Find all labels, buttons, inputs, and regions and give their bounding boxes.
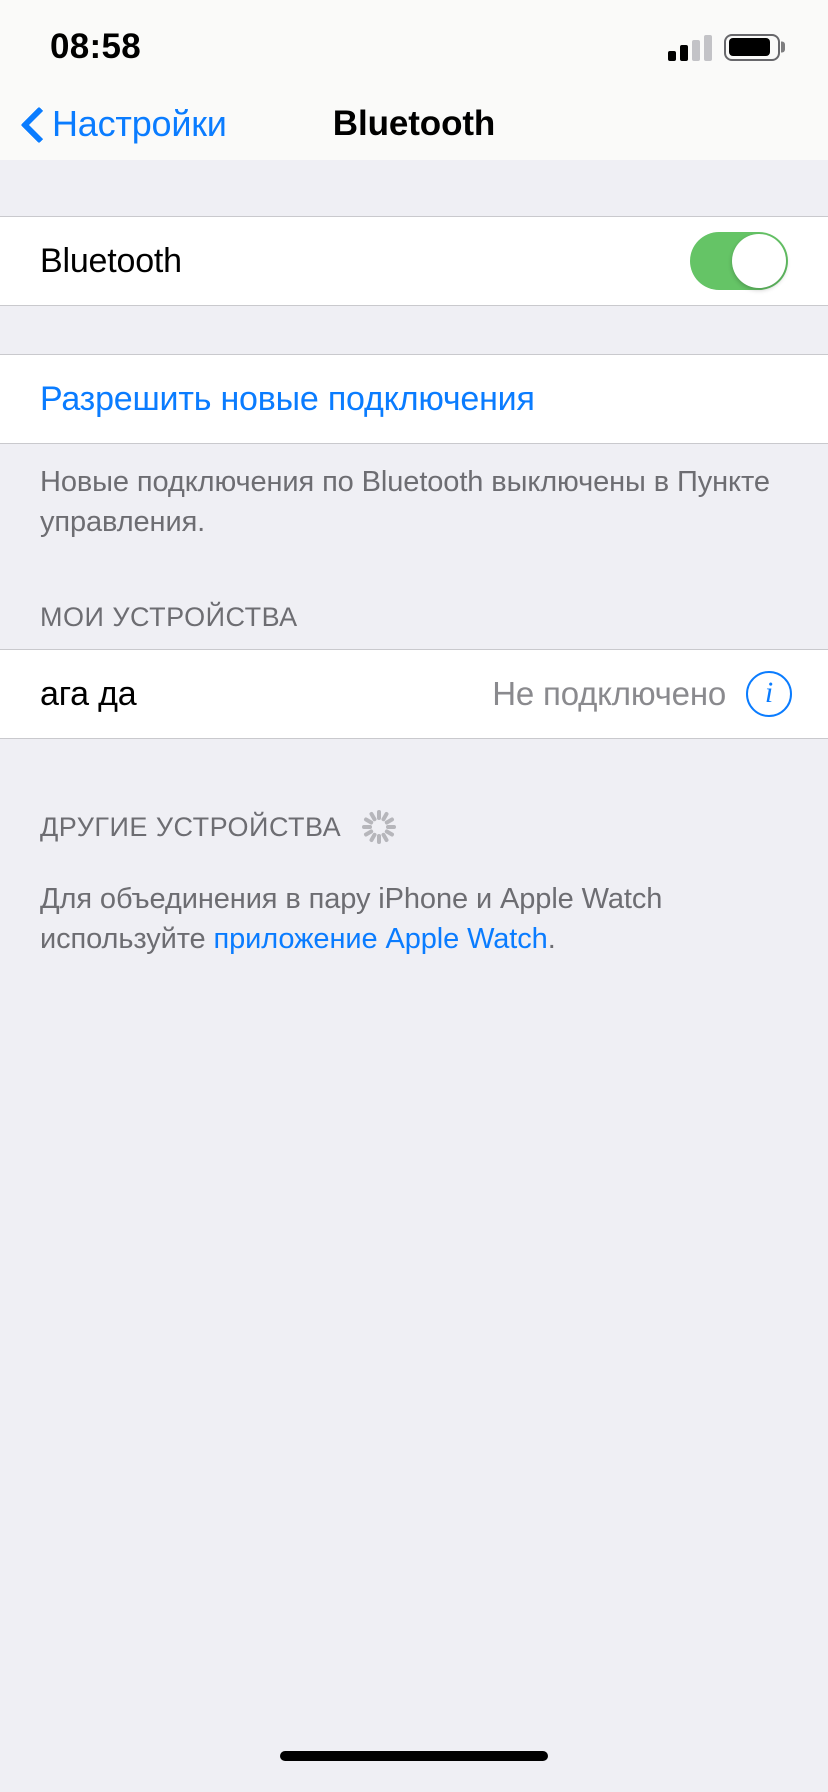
home-indicator[interactable] xyxy=(280,1751,548,1761)
navigation-bar: Настройки Bluetooth xyxy=(0,88,828,160)
allow-connections-group: Разрешить новые подключения xyxy=(0,354,828,444)
activity-spinner-icon xyxy=(361,809,397,845)
spacer-top xyxy=(0,160,828,216)
settings-content: Bluetooth Разрешить новые подключения Но… xyxy=(0,160,828,1720)
bluetooth-toggle-row[interactable]: Bluetooth xyxy=(0,217,828,305)
my-devices-group: ага да Не подключено i xyxy=(0,649,828,739)
allow-new-connections-row[interactable]: Разрешить новые подключения xyxy=(0,355,828,443)
other-devices-header-label: ДРУГИЕ УСТРОЙСТВА xyxy=(40,811,342,842)
bluetooth-toggle-switch[interactable] xyxy=(690,232,788,290)
device-name: ага да xyxy=(40,674,137,713)
apple-watch-footnote: Для объединения в пару iPhone и Apple Wa… xyxy=(0,861,828,959)
back-button[interactable]: Настройки xyxy=(0,88,227,160)
apple-watch-app-link[interactable]: приложение Apple Watch xyxy=(214,923,548,955)
device-row-right: Не подключено i xyxy=(492,671,792,717)
chevron-left-icon xyxy=(22,106,44,142)
home-indicator-area xyxy=(0,1720,828,1792)
apple-watch-footnote-text-after: . xyxy=(547,923,556,955)
toggle-knob xyxy=(732,234,786,288)
allow-connections-footnote: Новые подключения по Bluetooth выключены… xyxy=(40,466,770,538)
info-circle-icon[interactable]: i xyxy=(746,671,792,717)
spacer-after-toggle xyxy=(0,306,828,354)
status-bar-time: 08:58 xyxy=(50,27,142,66)
status-bar-indicators xyxy=(668,28,785,61)
back-button-label: Настройки xyxy=(52,103,227,144)
other-devices-header: ДРУГИЕ УСТРОЙСТВА xyxy=(0,739,828,861)
my-devices-header-label: МОИ УСТРОЙСТВА xyxy=(40,602,298,632)
battery-icon xyxy=(724,33,785,61)
status-bar: 08:58 xyxy=(0,0,828,88)
bluetooth-label: Bluetooth xyxy=(40,241,182,280)
bluetooth-toggle-group: Bluetooth xyxy=(0,216,828,306)
allow-new-connections-label: Разрешить новые подключения xyxy=(40,379,535,418)
cellular-signal-icon xyxy=(668,34,712,61)
device-status: Не подключено xyxy=(492,675,726,712)
my-devices-header: МОИ УСТРОЙСТВА xyxy=(0,542,828,649)
device-row[interactable]: ага да Не подключено i xyxy=(0,650,828,738)
iphone-screen: 08:58 Настройки Bluetooth Bluetooth Разр… xyxy=(0,0,828,1792)
